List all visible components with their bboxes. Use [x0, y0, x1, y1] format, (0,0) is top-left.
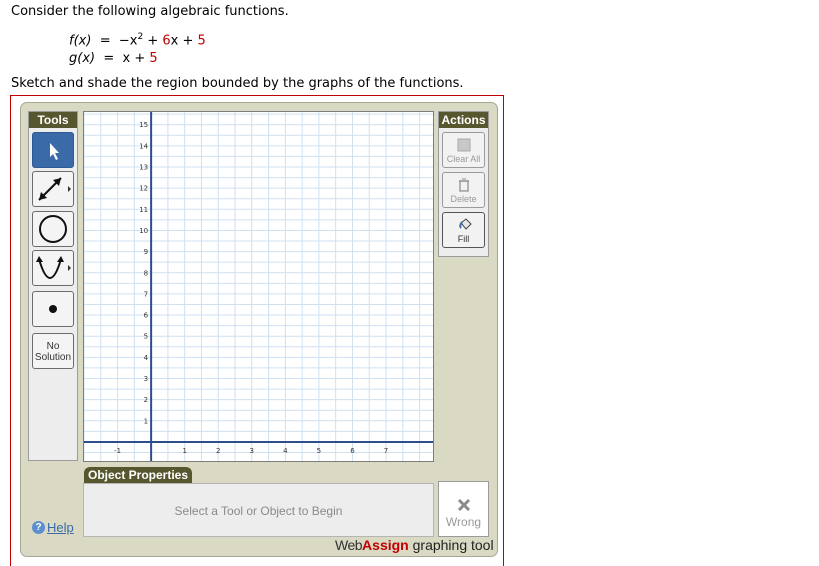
f-x-term: x +: [170, 33, 198, 49]
answer-status: Wrong: [438, 481, 489, 537]
pointer-icon: [33, 133, 73, 167]
f-name: f(x): [69, 33, 92, 49]
y-tick-label: 10: [139, 227, 148, 235]
y-tick-label: 12: [139, 185, 148, 193]
f-equals: =: [99, 33, 111, 49]
parabola-icon: [33, 251, 73, 285]
circle-tool-button[interactable]: [32, 211, 74, 247]
fill-button[interactable]: Fill: [442, 212, 485, 248]
x-tick-label: 6: [350, 447, 355, 455]
y-tick-label: 5: [144, 333, 148, 341]
x-tick-label: 7: [384, 447, 388, 455]
y-tick-label: 9: [144, 248, 148, 256]
question-intro: Consider the following algebraic functio…: [11, 4, 289, 19]
object-properties-placeholder: Select a Tool or Object to Begin: [174, 504, 343, 518]
help-link[interactable]: ? Help: [32, 519, 74, 535]
y-tick-label: 13: [139, 163, 148, 171]
help-label: Help: [47, 520, 74, 536]
clear-all-label: Clear All: [446, 154, 481, 164]
object-properties-header: Object Properties: [84, 467, 192, 484]
trash-icon: [457, 178, 471, 194]
x-tick-label: 2: [216, 447, 220, 455]
no-solution-label-1: No: [46, 341, 60, 352]
y-tick-label: 6: [144, 312, 149, 320]
actions-header: Actions: [439, 112, 488, 128]
equation-f: f(x) = −x2 + 6x + 5: [69, 32, 206, 48]
f-coefficient: 6: [162, 33, 171, 49]
x-tick-label: -1: [114, 447, 121, 455]
line-tool-button[interactable]: [32, 171, 74, 207]
y-tick-label: 1: [144, 417, 148, 425]
pointer-tool-button[interactable]: [32, 132, 74, 168]
y-tick-label: 7: [144, 290, 148, 298]
no-solution-label-2: Solution: [34, 352, 72, 363]
paint-bucket-icon: [457, 218, 473, 234]
delete-button[interactable]: Delete: [442, 172, 485, 208]
tools-header: Tools: [29, 112, 77, 128]
parabola-tool-dropdown-icon: [68, 265, 71, 271]
equation-g: g(x) = x + 5: [69, 51, 158, 66]
g-name: g(x): [69, 51, 96, 66]
x-tick-label: 3: [250, 447, 254, 455]
x-tick-label: 4: [283, 447, 288, 455]
f-plus: +: [143, 33, 163, 49]
line-icon: [33, 172, 73, 206]
webassign-brand: WebAssign graphing tool: [335, 537, 494, 553]
help-icon: ?: [32, 521, 45, 535]
parabola-tool-button[interactable]: [32, 250, 74, 286]
clear-all-button[interactable]: Clear All: [442, 132, 485, 168]
graph-svg: -1 1 2 3 4 5 6 7123456789101112131415: [83, 112, 433, 461]
no-solution-button[interactable]: No Solution: [32, 333, 74, 369]
g-term1: x +: [122, 51, 150, 66]
f-constant: 5: [197, 33, 206, 49]
wrong-x-icon: [439, 498, 488, 515]
object-properties-panel: Select a Tool or Object to Begin: [83, 483, 434, 537]
y-tick-label: 11: [139, 206, 148, 214]
y-tick-label: 3: [144, 375, 148, 383]
point-tool-button[interactable]: [32, 291, 74, 327]
wrong-label: Wrong: [445, 515, 482, 529]
task-text: Sketch and shade the region bounded by t…: [11, 76, 464, 91]
y-tick-label: 2: [144, 396, 148, 404]
f-term1: −x: [118, 33, 138, 49]
fill-label: Fill: [457, 234, 470, 244]
point-icon: [33, 292, 73, 326]
g-equals: =: [103, 51, 115, 66]
line-tool-dropdown-icon: [68, 186, 71, 192]
y-tick-label: 8: [144, 269, 148, 277]
brand-web: Web: [335, 537, 363, 553]
delete-label: Delete: [450, 194, 477, 204]
y-tick-label: 15: [139, 121, 148, 129]
brand-suffix: graphing tool: [408, 537, 494, 553]
brand-assign: Assign: [362, 537, 409, 553]
y-tick-label: 4: [144, 354, 149, 362]
circle-icon: [33, 212, 73, 246]
clear-all-icon: [457, 138, 471, 154]
x-tick-label: 1: [182, 447, 186, 455]
x-tick-label: 5: [317, 447, 321, 455]
y-tick-label: 14: [139, 142, 148, 150]
g-constant: 5: [149, 51, 158, 66]
graph-canvas[interactable]: -1 1 2 3 4 5 6 7 1 2 3 4 5 6 7 8 9 10 11 12 13 14 15: [83, 111, 434, 462]
